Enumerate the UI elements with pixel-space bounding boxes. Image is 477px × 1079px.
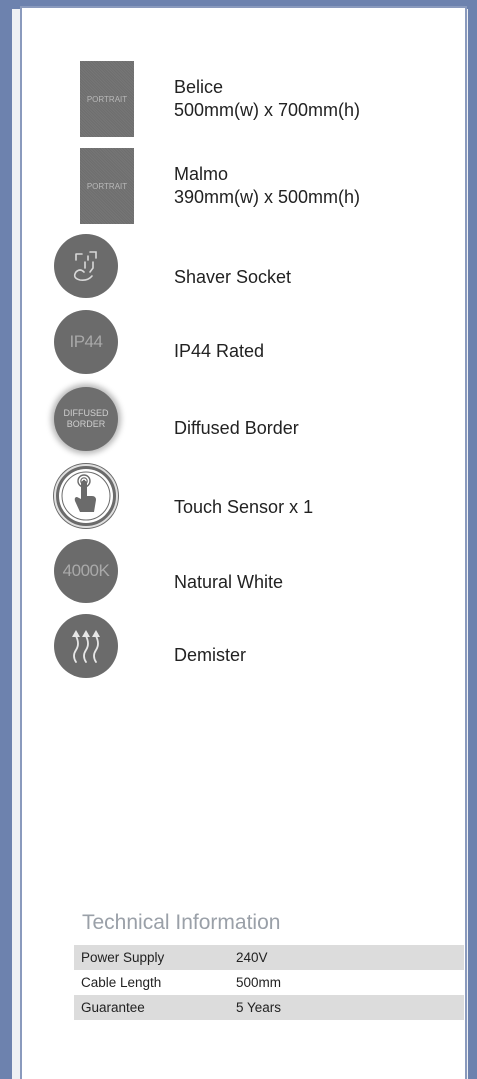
- spec-key: Power Supply: [74, 945, 236, 970]
- shaver-socket-icon: [54, 234, 118, 298]
- spec-value: 240V: [236, 945, 464, 970]
- feature-label: Shaver Socket: [174, 267, 292, 287]
- feature-label: IP44 Rated: [174, 341, 265, 361]
- feature-label: Belice 500mm(w) x 700mm(h): [174, 76, 360, 122]
- feature-name: Belice: [174, 77, 224, 97]
- feature-label: Touch Sensor x 1: [174, 497, 314, 517]
- ip44-icon: IP44: [54, 310, 118, 374]
- portrait-icon-label: PORTRAIT: [86, 94, 128, 104]
- portrait-icon-label: PORTRAIT: [86, 181, 128, 191]
- spec-key: Guarantee: [74, 995, 236, 1020]
- spec-key: Cable Length: [81, 975, 162, 990]
- portrait-icon: PORTRAIT: [80, 61, 134, 137]
- touch-sensor-icon: [54, 464, 118, 528]
- 4000k-icon-label: 4000K: [62, 561, 110, 580]
- feature-label: Demister: [174, 645, 247, 665]
- portrait-icon: PORTRAIT: [80, 148, 134, 224]
- table-row: Guarantee 5 Years: [74, 995, 464, 1020]
- technical-information-title: Technical Information: [82, 911, 281, 934]
- feature-name: Malmo: [174, 164, 229, 184]
- feature-label: Natural White: [174, 572, 284, 592]
- diffused-icon-line2: BORDER: [66, 419, 106, 429]
- spec-value: 500mm: [236, 975, 282, 990]
- feature-label: Malmo 390mm(w) x 500mm(h): [174, 163, 360, 209]
- ip44-icon-label: IP44: [69, 332, 103, 351]
- feature-label: Diffused Border: [174, 418, 299, 438]
- diffused-border-icon: DIFFUSED BORDER: [54, 387, 118, 451]
- demister-icon: [54, 614, 118, 678]
- 4000k-icon: 4000K: [54, 539, 118, 603]
- table-row: Power Supply 240V: [74, 945, 464, 970]
- feature-dimensions: 500mm(w) x 700mm(h): [174, 100, 361, 120]
- technical-information-table: Power Supply 240V Cable Length 500mm Gua…: [74, 945, 464, 1020]
- diffused-icon-line1: DIFFUSED: [63, 408, 109, 418]
- table-row: Cable Length 500mm: [74, 970, 464, 995]
- spec-value: 5 Years: [236, 995, 464, 1020]
- feature-dimensions: 390mm(w) x 500mm(h): [174, 187, 361, 207]
- product-info-card: PORTRAIT Belice 500mm(w) x 700mm(h) PORT…: [20, 6, 467, 1079]
